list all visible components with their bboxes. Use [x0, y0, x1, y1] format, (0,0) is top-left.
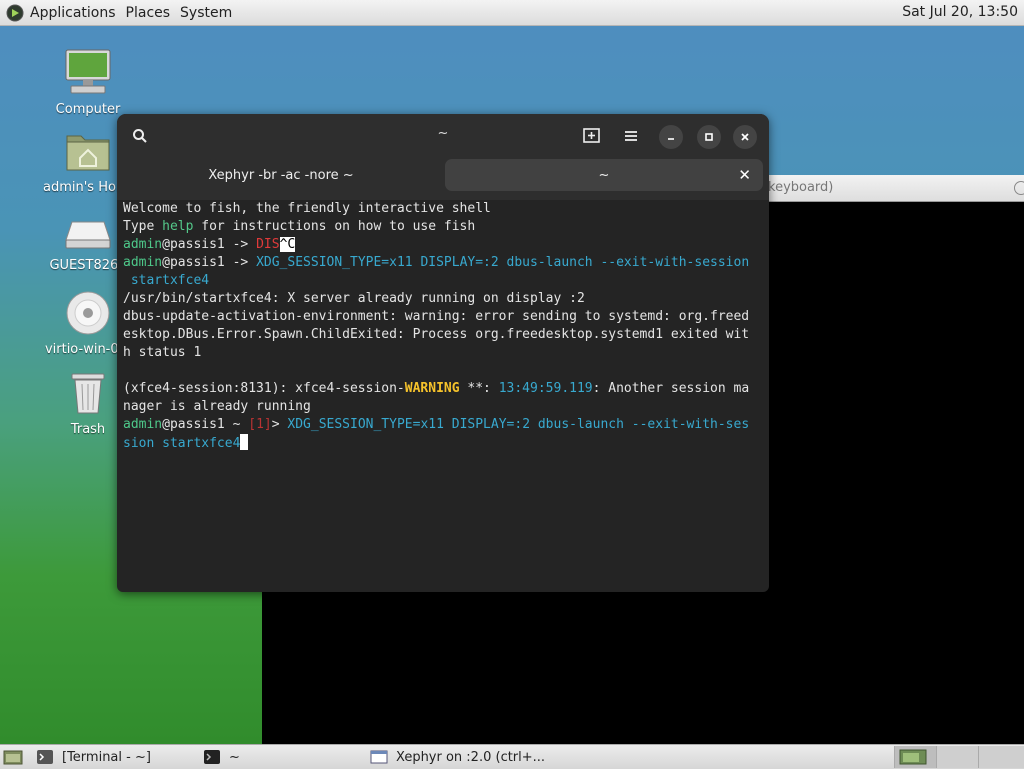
- terminal-line: admin@passis1 -> DIS^C: [123, 237, 296, 252]
- window-button-icon[interactable]: [1014, 181, 1024, 195]
- terminal-line: /usr/bin/startxfce4: X server already ru…: [123, 291, 585, 306]
- tab-close-icon[interactable]: ✕: [738, 166, 751, 184]
- workspace-window-icon: [899, 749, 927, 765]
- disc-icon: [66, 291, 110, 335]
- home-folder-icon: [66, 135, 110, 171]
- drive-icon: [65, 221, 111, 249]
- terminal-line: (xfce4-session:8131): xfce4-session-WARN…: [123, 381, 750, 396]
- clock[interactable]: Sat Jul 20, 13:50: [902, 4, 1018, 20]
- terminal-line: startxfce4: [123, 273, 210, 288]
- terminal-window[interactable]: ~ Xephyr -br -ac -nore ~ ~ ✕ Welcome to …: [117, 114, 769, 592]
- tab-home[interactable]: ~ ✕: [445, 159, 763, 191]
- terminal-output[interactable]: Welcome to fish, the friendly interactiv…: [123, 200, 767, 453]
- places-menu[interactable]: Places: [126, 5, 171, 21]
- distro-logo-icon[interactable]: [6, 4, 24, 22]
- workspace-2[interactable]: [936, 746, 979, 768]
- top-panel: Applications Places System Sat Jul 20, 1…: [0, 0, 1024, 26]
- taskbar: [Terminal - ~] ~ Xephyr on :2.0 (ctrl+..…: [0, 744, 1024, 769]
- trash-icon: [71, 373, 105, 414]
- tab-label: Xephyr -br -ac -nore ~: [208, 167, 354, 183]
- workspace-1[interactable]: [894, 746, 937, 768]
- taskbar-item-label: Xephyr on :2.0 (ctrl+...: [396, 749, 546, 765]
- terminal-line: Welcome to fish, the friendly interactiv…: [123, 201, 491, 216]
- maximize-icon[interactable]: [697, 125, 721, 149]
- terminal-line: admin@passis1 ~ [1]> XDG_SESSION_TYPE=x1…: [123, 417, 750, 432]
- computer-icon: [65, 49, 111, 94]
- system-menu[interactable]: System: [180, 5, 232, 21]
- terminal-line: h status 1: [123, 345, 202, 360]
- new-tab-icon[interactable]: [580, 124, 604, 148]
- terminal-icon: [37, 750, 53, 764]
- workspace-3[interactable]: [978, 746, 1024, 768]
- show-desktop-icon[interactable]: [3, 748, 23, 766]
- terminal-line: esktop.DBus.Error.Spawn.ChildExited: Pro…: [123, 327, 750, 342]
- minimize-icon[interactable]: [659, 125, 683, 149]
- text-cursor: [240, 434, 249, 450]
- taskbar-item-home[interactable]: ~: [203, 747, 363, 767]
- terminal-icon: [204, 750, 220, 764]
- terminal-line: admin@passis1 -> XDG_SESSION_TYPE=x11 DI…: [123, 255, 750, 270]
- tab-xephyr[interactable]: Xephyr -br -ac -nore ~: [121, 159, 441, 191]
- terminal-line: nager is already running: [123, 399, 311, 414]
- terminal-line: sion startxfce4: [123, 434, 249, 451]
- close-icon[interactable]: [733, 125, 757, 149]
- terminal-line: dbus-update-activation-environment: warn…: [123, 309, 750, 324]
- hamburger-menu-icon[interactable]: [619, 124, 643, 148]
- taskbar-item-xephyr[interactable]: Xephyr on :2.0 (ctrl+...: [370, 747, 570, 767]
- taskbar-item-label: [Terminal - ~]: [62, 749, 151, 765]
- xephyr-title: keyboard): [768, 180, 834, 195]
- terminal-line: Type help for instructions on how to use…: [123, 219, 476, 234]
- terminal-headerbar[interactable]: ~ Xephyr -br -ac -nore ~ ~ ✕: [117, 114, 769, 200]
- taskbar-item-label: ~: [229, 749, 240, 765]
- tab-label: ~: [598, 167, 610, 183]
- desktop-icon-computer[interactable]: Computer: [43, 48, 133, 117]
- window-icon: [370, 750, 388, 764]
- applications-menu[interactable]: Applications: [30, 5, 116, 21]
- taskbar-item-terminal[interactable]: [Terminal - ~]: [36, 747, 196, 767]
